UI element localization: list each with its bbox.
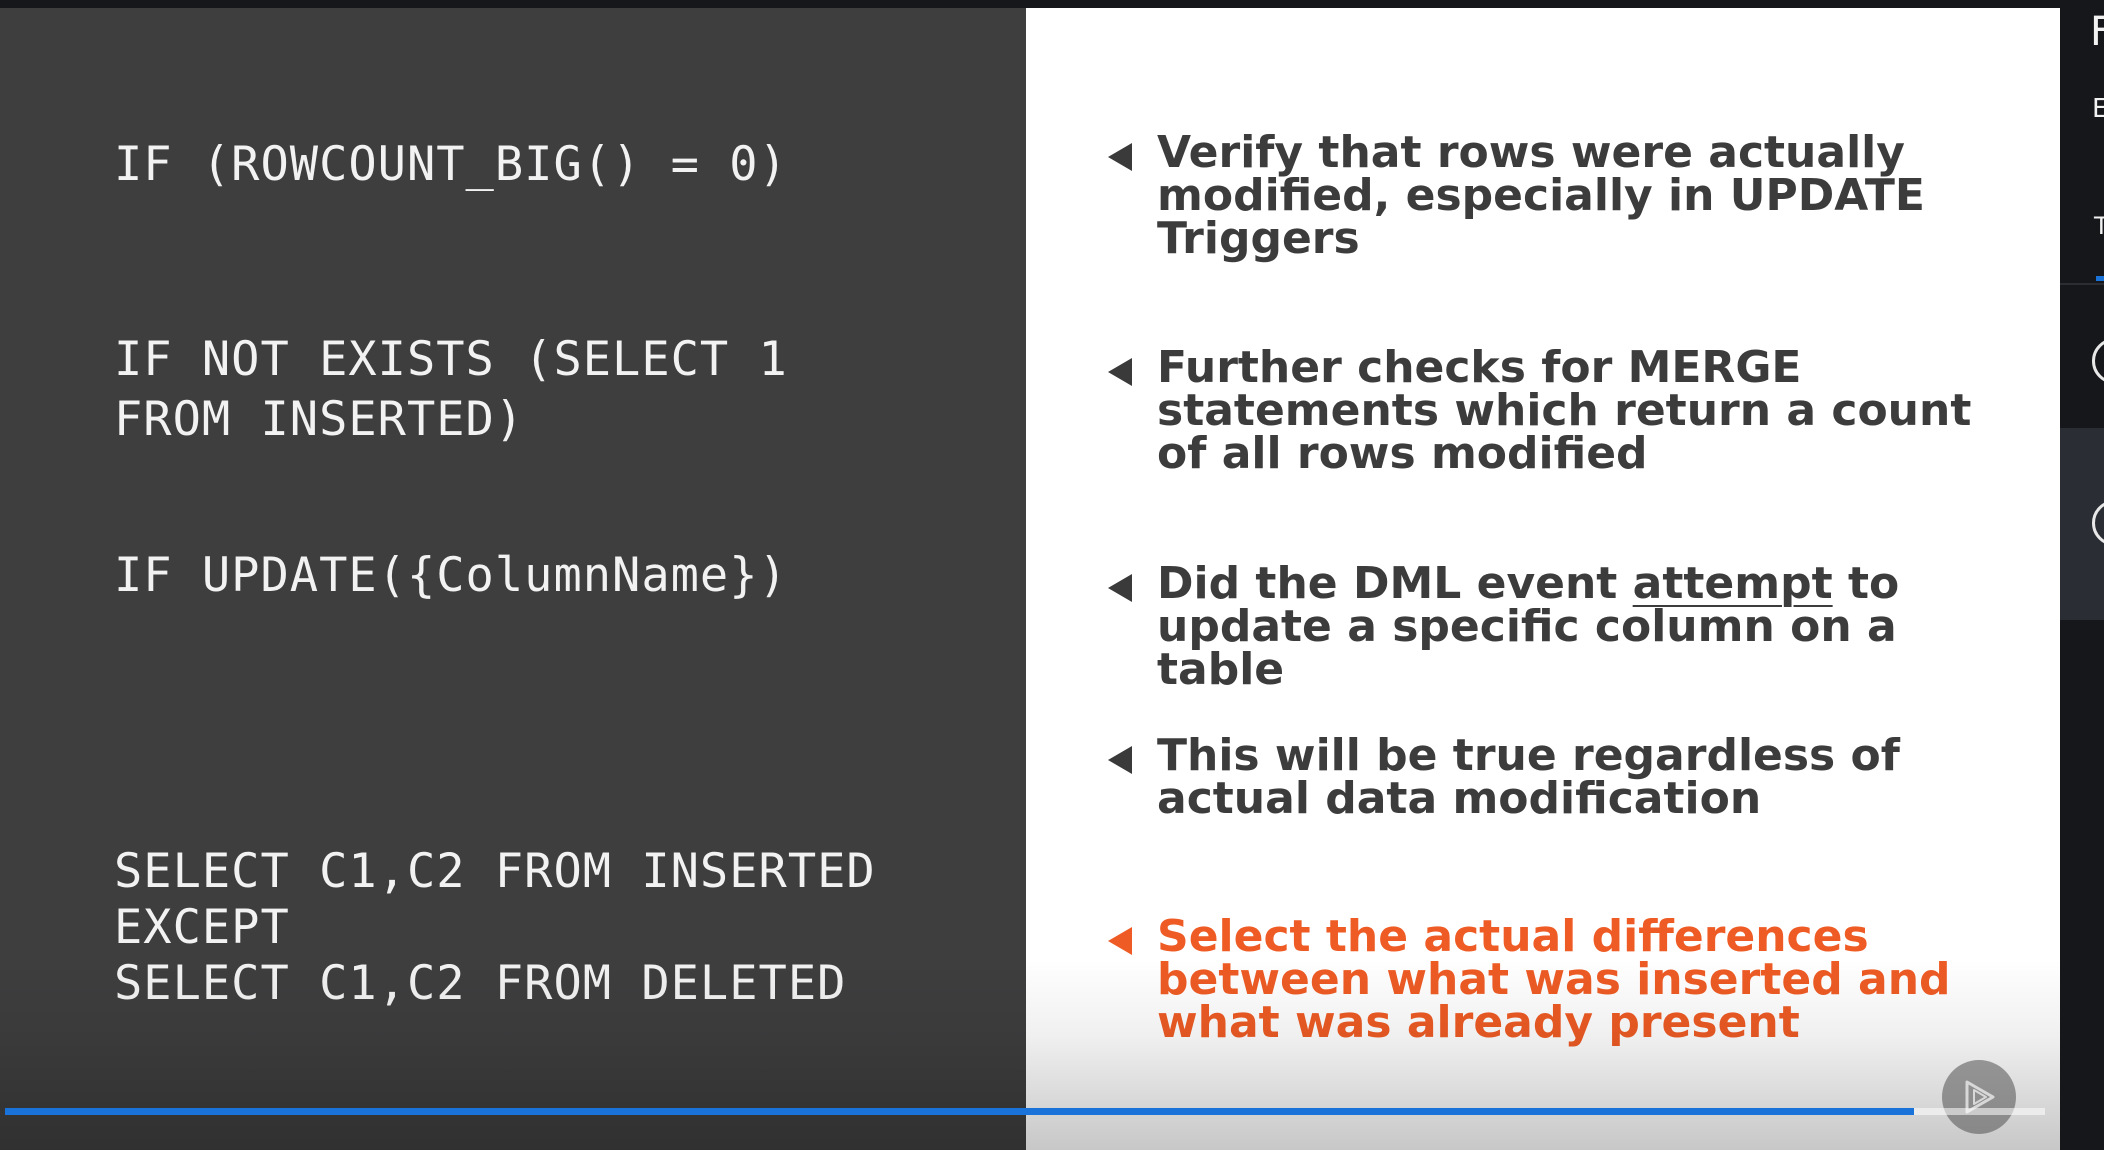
bullet-line: actual data modification xyxy=(1157,773,1762,824)
bullet-line: Further checks for MERGE xyxy=(1157,342,1802,393)
bullet-text: Further checks for MERGE statements whic… xyxy=(1157,342,2037,479)
sidebar: F E T xyxy=(2060,8,2104,1150)
bullet-triangle-icon xyxy=(1108,746,1132,774)
code-line-except: EXCEPT xyxy=(114,900,290,955)
video-player[interactable]: IF (ROWCOUNT_BIG() = 0) IF NOT EXISTS (S… xyxy=(0,8,2060,1150)
bullet-line: Select the actual differences xyxy=(1157,911,1869,962)
course-video-screen: IF (ROWCOUNT_BIG() = 0) IF NOT EXISTS (S… xyxy=(0,0,2104,1150)
progress-bar[interactable] xyxy=(5,1108,2045,1115)
bullet-text: Select the actual differences between wh… xyxy=(1157,911,2037,1048)
bullet-triangle-icon xyxy=(1108,927,1132,955)
code-line-select-inserted: SELECT C1,C2 FROM INSERTED xyxy=(114,844,876,899)
bullet-triangle-icon xyxy=(1108,143,1132,171)
progress-fill xyxy=(5,1108,1915,1115)
bullet-triangle-icon xyxy=(1108,574,1132,602)
module-status-icon[interactable] xyxy=(2092,338,2104,384)
sidebar-subtitle: E xyxy=(2092,94,2104,124)
sidebar-divider xyxy=(2060,283,2104,285)
bullet-line: table xyxy=(1157,644,1285,695)
bullet-line: modified, especially in UPDATE xyxy=(1157,170,1925,221)
sidebar-title: F xyxy=(2090,9,2104,55)
code-line-select-deleted: SELECT C1,C2 FROM DELETED xyxy=(114,956,847,1011)
code-panel: IF (ROWCOUNT_BIG() = 0) IF NOT EXISTS (S… xyxy=(0,8,1026,1150)
bullet-line: update a specific column on a xyxy=(1157,601,1897,652)
bullet-text: Verify that rows were actually modified,… xyxy=(1157,127,2037,264)
bullet-text: Did the DML event attempt to update a sp… xyxy=(1157,562,2037,695)
bullet-line: This will be true regardless of xyxy=(1157,730,1900,781)
code-line-from-inserted: FROM INSERTED) xyxy=(114,392,525,447)
sidebar-tab[interactable]: T xyxy=(2094,210,2104,242)
bullet-line: what was already present xyxy=(1157,997,1800,1048)
bullet-line: statements which return a count xyxy=(1157,385,1972,436)
bullet-line: Verify that rows were actually xyxy=(1157,127,1905,178)
bullet-triangle-icon xyxy=(1108,358,1132,386)
top-strip xyxy=(0,0,2104,8)
bullet-line: Did the DML event attempt to xyxy=(1157,562,2037,606)
active-tab-indicator xyxy=(2096,276,2104,281)
bullet-text: This will be true regardless of actual d… xyxy=(1157,730,2037,824)
bullet-line: of all rows modified xyxy=(1157,428,1648,479)
bullet-line: between what was inserted and xyxy=(1157,954,1951,1005)
code-line-not-exists: IF NOT EXISTS (SELECT 1 xyxy=(114,332,788,387)
code-line-rowcount: IF (ROWCOUNT_BIG() = 0) xyxy=(114,137,788,192)
code-line-update: IF UPDATE({ColumnName}) xyxy=(114,548,788,603)
bullet-line: Triggers xyxy=(1157,213,1360,264)
play-button[interactable] xyxy=(1942,1060,2016,1134)
